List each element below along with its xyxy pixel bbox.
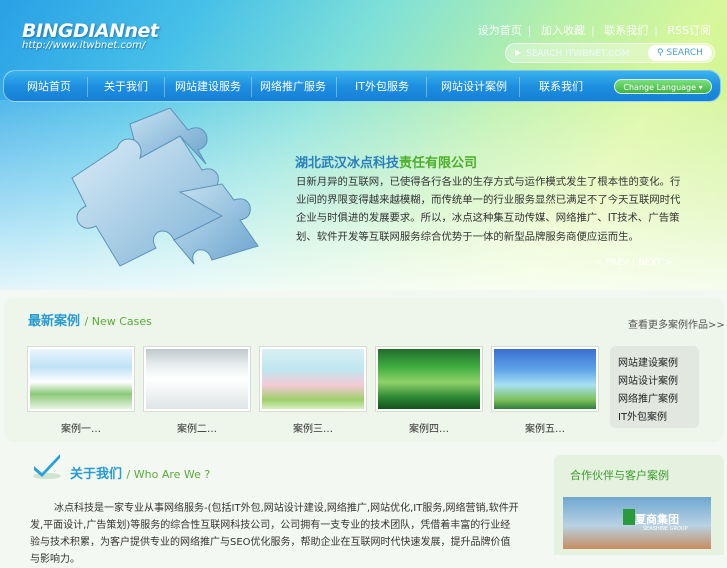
cases-title: 最新案例 / New Cases: [28, 310, 152, 329]
nav-divider: [164, 77, 165, 97]
partner-logo-icon: [623, 509, 635, 525]
cases-title-en: / New Cases: [84, 315, 152, 328]
case-image: [262, 349, 364, 409]
nav-divider: [426, 77, 427, 97]
who-description: 冰点科技是一家专业从事网络服务-(包括IT外包,网站设计建设,网络推广,网站优化…: [30, 503, 519, 565]
partners-panel: 合作伙伴与客户案例 夏商集团 SEASHINE GROUP: [554, 455, 724, 555]
site-logo[interactable]: BINGDIANnet http://www.itwbnet.com/: [22, 20, 159, 51]
checkmark-icon: [33, 454, 61, 479]
hero-title-green: 责任有限公司: [399, 156, 478, 171]
who-title-en: / Who Are We ?: [126, 468, 211, 481]
who-title-cn: 关于我们: [70, 467, 123, 482]
magnifier-icon: ⚲: [657, 48, 664, 58]
language-label: Change Language: [623, 83, 697, 92]
case-label[interactable]: 案例三…: [259, 420, 367, 435]
partner-banner[interactable]: 夏商集团 SEASHINE GROUP: [563, 497, 711, 549]
category-it-outsourcing[interactable]: IT外包案例: [618, 408, 667, 423]
prev-button[interactable]: < PREV: [595, 258, 629, 268]
case-image: [494, 349, 596, 409]
nav-contact[interactable]: 联系我们: [530, 71, 592, 103]
contact-link[interactable]: 联系我们: [604, 24, 648, 37]
partners-title: 合作伙伴与客户案例: [570, 469, 669, 482]
case-image: [30, 349, 132, 409]
add-favorite-link[interactable]: 加入收藏: [541, 24, 585, 37]
rss-link[interactable]: RSS订阅: [667, 24, 711, 37]
hero-title: 湖北武汉冰点科技责任有限公司: [295, 152, 477, 171]
category-promotion[interactable]: 网络推广案例: [618, 390, 678, 405]
case-categories: 网站建设案例 网站设计案例 网络推广案例 IT外包案例: [610, 346, 699, 428]
case-thumbnail[interactable]: [375, 346, 483, 412]
case-thumbnail[interactable]: [491, 346, 599, 412]
nav-promotion[interactable]: 网络推广服务: [257, 71, 329, 103]
logo-brand: BINGDIANnet: [22, 20, 159, 42]
more-cases-link[interactable]: 查看更多案例作品>>: [628, 316, 725, 331]
set-homepage-link[interactable]: 设为首页: [478, 24, 522, 37]
partner-brand: 夏商集团: [635, 513, 679, 526]
search-input[interactable]: [526, 46, 646, 61]
hero-pager: < PREV | NEXT >: [595, 258, 673, 268]
cases-title-cn: 最新案例: [28, 314, 81, 329]
puzzle-illustration: [71, 108, 259, 267]
nav-divider: [336, 77, 337, 97]
case-image: [146, 349, 248, 409]
nav-divider: [519, 77, 520, 97]
logo-url: http://www.itwbnet.com/: [22, 40, 146, 51]
partner-sub: SEASHINE GROUP: [643, 526, 688, 532]
search-button-label: SEARCH: [666, 48, 703, 58]
hero-description: 日新月异的互联网，已使得各行各业的生存方式与运作模式发生了根本性的变化。行业间的…: [296, 176, 681, 243]
case-label[interactable]: 案例五…: [491, 420, 599, 435]
case-thumbnail[interactable]: [143, 346, 251, 412]
nav-home[interactable]: 网站首页: [18, 71, 80, 103]
nav-divider: [251, 77, 252, 97]
top-links: 设为首页 | 加入收藏 | 联系我们 | RSS订阅: [477, 24, 711, 37]
case-label[interactable]: 案例四…: [375, 420, 483, 435]
next-button[interactable]: NEXT >: [638, 258, 672, 268]
nav-web-build[interactable]: 网站建设服务: [172, 71, 244, 103]
nav-divider: [87, 77, 88, 97]
chevron-down-icon: ▾: [698, 83, 703, 92]
category-web-build[interactable]: 网站建设案例: [618, 354, 678, 369]
search-button[interactable]: ⚲ SEARCH: [648, 45, 712, 61]
nav-design-cases[interactable]: 网站设计案例: [438, 71, 510, 103]
nav-about[interactable]: 关于我们: [95, 71, 157, 103]
case-thumbnail[interactable]: [259, 346, 367, 412]
hero-title-blue: 湖北武汉冰点科技: [295, 156, 400, 171]
nav-it-outsourcing[interactable]: IT外包服务: [346, 71, 418, 103]
search-box: ▶ ⚲ SEARCH: [505, 43, 715, 63]
category-web-design[interactable]: 网站设计案例: [618, 372, 678, 387]
change-language-select[interactable]: Change Language ▾: [614, 79, 712, 94]
case-image: [378, 349, 480, 409]
who-title: 关于我们 / Who Are We ?: [70, 463, 210, 482]
case-thumbnail[interactable]: [27, 346, 135, 412]
case-label[interactable]: 案例二…: [143, 420, 251, 435]
arrow-right-icon: ▶: [515, 48, 522, 57]
case-label[interactable]: 案例一…: [27, 420, 135, 435]
